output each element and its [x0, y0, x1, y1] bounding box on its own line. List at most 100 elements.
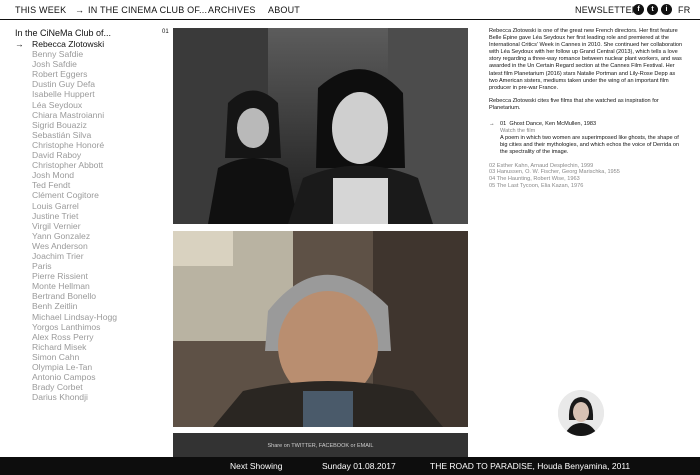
guest-item[interactable]: Bertrand Bonello — [15, 291, 160, 301]
film-list-item[interactable]: 03 Hanussen, O. W. Fischer, Georg Marisc… — [489, 169, 684, 176]
guest-name: Robert Eggers — [32, 69, 88, 80]
nav-this-week[interactable]: THIS WEEK — [15, 5, 66, 15]
guest-item[interactable]: Alex Ross Perry — [15, 332, 160, 342]
guest-item[interactable]: Benh Zeitlin — [15, 301, 160, 311]
guest-item[interactable]: Antonio Campos — [15, 372, 160, 382]
guest-item[interactable]: Robert Eggers — [15, 69, 160, 79]
guest-name: Dustin Guy Defa — [32, 79, 96, 90]
guest-item[interactable]: Brady Corbet — [15, 382, 160, 392]
guest-name: Pierre Rissient — [32, 271, 88, 282]
guest-name: Sigrid Bouaziz — [32, 119, 87, 130]
featured-film[interactable]: → 01 Ghost Dance, Ken McMullen, 1983 Wat… — [489, 121, 684, 156]
guest-name: Ted Fendt — [32, 180, 71, 191]
film-list-item[interactable]: 02 Esther Kahn, Arnaud Desplechin, 1999 — [489, 163, 684, 170]
guest-item[interactable]: Ted Fendt — [15, 180, 160, 190]
guest-name: Joachim Trier — [32, 250, 84, 261]
film-still-two-women — [173, 28, 468, 224]
guest-item[interactable]: Clément Cogitore — [15, 190, 160, 200]
featured-film-description: A poem in which two women are superimpos… — [500, 135, 680, 156]
guest-name: Monte Hellman — [32, 281, 90, 292]
guest-item[interactable]: Pierre Rissient — [15, 271, 160, 281]
guest-name: Brady Corbet — [32, 382, 83, 393]
guest-item[interactable]: Joachim Trier — [15, 251, 160, 261]
next-showing-bar[interactable]: Next Showing Sunday 01.08.2017 THE ROAD … — [0, 457, 700, 475]
guest-name: Benh Zeitlin — [32, 301, 78, 312]
guest-name: Christopher Abbott — [32, 160, 104, 171]
guest-name: Wes Anderson — [32, 240, 88, 251]
next-showing-label: Next Showing — [230, 461, 283, 471]
guest-name: Josh Safdie — [32, 59, 77, 70]
guest-item[interactable]: Christophe Honoré — [15, 140, 160, 150]
guest-item[interactable]: Yann Gonzalez — [15, 231, 160, 241]
nav-newsletter[interactable]: NEWSLETTER — [575, 5, 639, 15]
guest-item-active[interactable]: → Rebecca Zlotowski — [15, 39, 160, 49]
guest-name: Yann Gonzalez — [32, 230, 91, 241]
film-still-third: Share on TWITTER, FACEBOOK or EMAIL — [173, 433, 468, 457]
instagram-icon[interactable]: i — [661, 4, 672, 15]
film-list: 02 Esther Kahn, Arnaud Desplechin, 1999 0… — [489, 163, 684, 190]
guest-name: Simon Cahn — [32, 351, 80, 362]
active-guest-arrow-icon: → — [15, 39, 24, 49]
film-still-man-portrait-image — [173, 231, 468, 427]
guest-name: Isabelle Huppert — [32, 89, 95, 100]
guest-item[interactable]: Justine Triet — [15, 211, 160, 221]
featured-film-number: 01 — [500, 121, 507, 128]
guest-item[interactable]: Sigrid Bouaziz — [15, 120, 160, 130]
nav-about[interactable]: ABOUT — [268, 5, 300, 15]
guest-item[interactable]: Paris — [15, 261, 160, 271]
guest-avatar-image — [558, 390, 604, 436]
watch-film-link[interactable]: Watch the film — [500, 128, 684, 135]
nav-cinema-club[interactable]: IN THE CINEMA CLUB OF... — [88, 5, 207, 15]
guest-item[interactable]: Josh Mond — [15, 170, 160, 180]
guest-list: → Rebecca Zlotowski Benny Safdie Josh Safdi… — [15, 39, 160, 402]
guest-item[interactable]: Michael Lindsay-Hogg — [15, 312, 160, 322]
film-list-item[interactable]: 04 The Haunting, Robert Wise, 1963 — [489, 176, 684, 183]
language-toggle-fr[interactable]: FR — [678, 5, 690, 15]
guest-item[interactable]: David Raboy — [15, 150, 160, 160]
guest-item[interactable]: Josh Safdie — [15, 59, 160, 69]
guest-item[interactable]: Christopher Abbott — [15, 160, 160, 170]
inspiration-note: Rebecca Zlotowski cites five films that … — [489, 97, 659, 111]
guest-item[interactable]: Simon Cahn — [15, 352, 160, 362]
guest-item[interactable]: Olympia Le-Tan — [15, 362, 160, 372]
guest-name: David Raboy — [32, 150, 82, 161]
sidebar-title: In the CiNeMa Club of... — [15, 28, 112, 38]
guest-name: Bertrand Bonello — [32, 291, 97, 302]
guest-item[interactable]: Yorgos Lanthimos — [15, 322, 160, 332]
next-showing-film[interactable]: THE ROAD TO PARADISE, Houda Benyamina, 2… — [430, 461, 630, 471]
guest-item[interactable]: Darius Khondji — [15, 392, 160, 402]
guest-item[interactable]: Louis Garrel — [15, 201, 160, 211]
facebook-icon[interactable]: f — [633, 4, 644, 15]
guest-name: Sebastián Silva — [32, 129, 92, 140]
film-list-item[interactable]: 05 The Last Tycoon, Elia Kazan, 1976 — [489, 183, 684, 190]
guest-item[interactable]: Richard Misek — [15, 342, 160, 352]
nav-archives[interactable]: ARCHIVES — [208, 5, 256, 15]
guest-name: Antonio Campos — [32, 372, 96, 383]
guest-item[interactable]: Sebastián Silva — [15, 130, 160, 140]
guest-item[interactable]: Benny Safdie — [15, 49, 160, 59]
guest-name: Richard Misek — [32, 341, 87, 352]
guest-avatar — [558, 390, 604, 436]
twitter-icon[interactable]: t — [647, 4, 658, 15]
featured-film-title[interactable]: 01 Ghost Dance, Ken McMullen, 1983 — [500, 121, 684, 128]
guest-name: Virgil Vernier — [32, 220, 81, 231]
guest-item[interactable]: Isabelle Huppert — [15, 89, 160, 99]
guest-name: Olympia Le-Tan — [32, 362, 93, 372]
guest-item[interactable]: Léa Seydoux — [15, 100, 160, 110]
guest-name: Yorgos Lanthimos — [32, 321, 101, 332]
guest-item[interactable]: Chiara Mastroianni — [15, 110, 160, 120]
guest-item[interactable]: Virgil Vernier — [15, 221, 160, 231]
guest-item[interactable]: Monte Hellman — [15, 281, 160, 291]
featured-film-name[interactable]: Ghost Dance, Ken McMullen, 1983 — [509, 121, 596, 127]
guest-item[interactable]: Wes Anderson — [15, 241, 160, 251]
guest-name: Chiara Mastroianni — [32, 109, 105, 120]
guest-name: Rebecca Zlotowski — [32, 39, 105, 49]
share-links[interactable]: Share on TWITTER, FACEBOOK or EMAIL — [173, 443, 468, 449]
guest-details: Rebecca Zlotowski is one of the great ne… — [489, 28, 684, 190]
next-showing-date: Sunday 01.08.2017 — [322, 461, 396, 471]
guest-name: Christophe Honoré — [32, 139, 105, 150]
guest-name: Benny Safdie — [32, 49, 84, 60]
guest-name: Michael Lindsay-Hogg — [32, 311, 118, 322]
nav-active-arrow-icon: → — [75, 5, 85, 15]
guest-item[interactable]: Dustin Guy Defa — [15, 79, 160, 89]
